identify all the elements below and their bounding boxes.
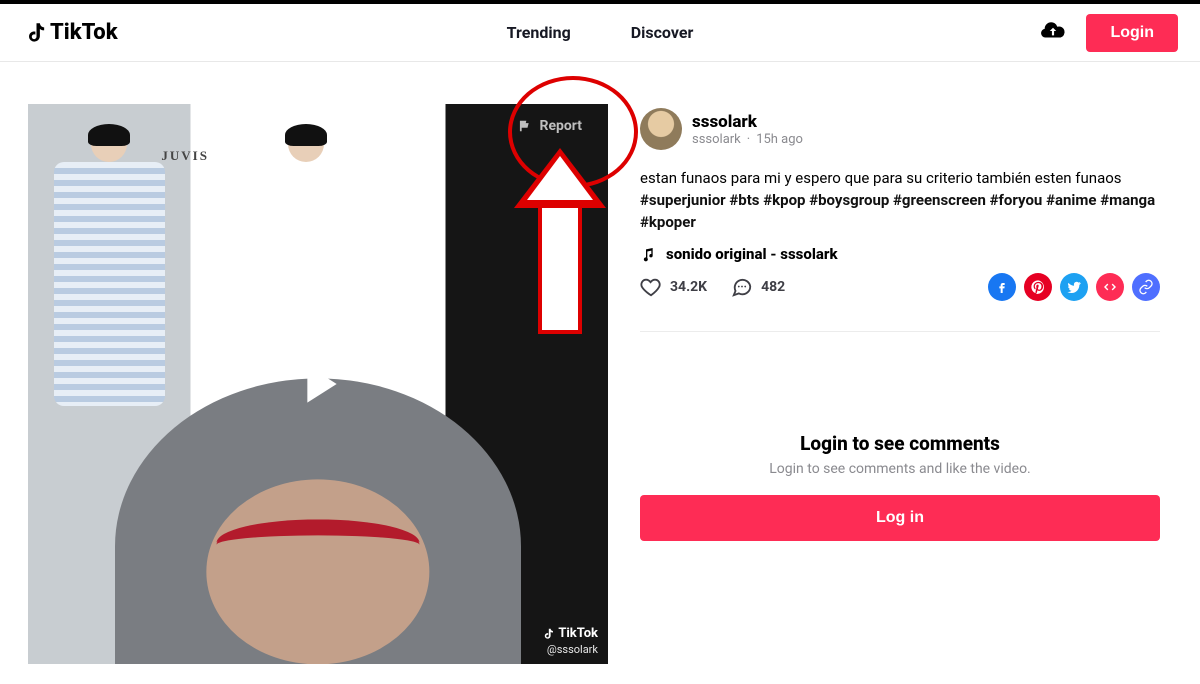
upload-icon[interactable] [1040,18,1066,48]
header-login-button[interactable]: Login [1086,14,1178,52]
like-count: 34.2K [670,279,707,295]
share-twitter[interactable] [1060,273,1088,301]
comment-button[interactable]: 482 [731,276,785,298]
logo[interactable]: TikTok [22,20,118,46]
stats-row: 34.2K 482 [640,273,1160,301]
share-pinterest[interactable] [1024,273,1052,301]
login-prompt: Login to see comments Login to see comme… [640,432,1160,541]
hashtag[interactable]: #foryou [990,191,1046,209]
share-facebook[interactable] [988,273,1016,301]
like-button[interactable]: 34.2K [640,276,707,298]
flag-icon [517,119,531,133]
content: JUVIS Report TikTok @sssolark [0,62,1200,664]
hashtag[interactable]: #superjunior [640,191,729,209]
author-username[interactable]: sssolark [692,112,803,132]
report-label: Report [539,118,582,134]
share-embed[interactable] [1096,273,1124,301]
music-title: sonido original - sssolark [666,245,838,263]
author-row[interactable]: sssolark sssolark · 15h ago [640,108,1160,150]
nav-trending[interactable]: Trending [507,23,571,42]
comment-icon [731,276,753,298]
caption-text: estan funaos para mi y espero que para s… [640,169,1122,187]
tiktok-note-icon [541,627,555,641]
hashtag[interactable]: #bts [729,191,763,209]
login-prompt-subtitle: Login to see comments and like the video… [640,461,1160,477]
comment-count: 482 [761,279,785,295]
play-icon[interactable] [286,352,350,416]
caption: estan funaos para mi y espero que para s… [640,168,1160,233]
post-time: 15h ago [756,132,803,147]
brand-text: TikTok [50,20,118,45]
video-meta: sssolark sssolark · 15h ago estan funaos… [640,104,1160,541]
foreground-person [115,378,521,664]
top-nav: Trending Discover [507,23,694,42]
hashtag[interactable]: #anime [1046,191,1100,209]
heart-icon [640,276,662,298]
report-button[interactable]: Report [517,118,582,134]
login-prompt-button[interactable]: Log in [640,495,1160,541]
hashtag[interactable]: #kpoper [640,213,696,231]
share-buttons [988,273,1160,301]
login-prompt-title: Login to see comments [640,432,1160,455]
hashtag[interactable]: #kpop [763,191,809,209]
video-player[interactable]: JUVIS Report TikTok @sssolark [28,104,608,664]
divider [640,331,1160,332]
figure-left [40,126,179,406]
music-row[interactable]: sonido original - sssolark [640,245,1160,263]
hashtag[interactable]: #manga [1100,191,1155,209]
header: TikTok Trending Discover Login [0,4,1200,62]
avatar[interactable] [640,108,682,150]
author-displayname: sssolark [692,132,741,147]
tiktok-note-icon [22,20,48,46]
hashtag[interactable]: #boysgroup [809,191,893,209]
music-note-icon [640,246,656,262]
share-copylink[interactable] [1132,273,1160,301]
hashtag[interactable]: #greenscreen [893,191,990,209]
watermark: TikTok @sssolark [541,626,598,656]
nav-discover[interactable]: Discover [631,23,694,42]
